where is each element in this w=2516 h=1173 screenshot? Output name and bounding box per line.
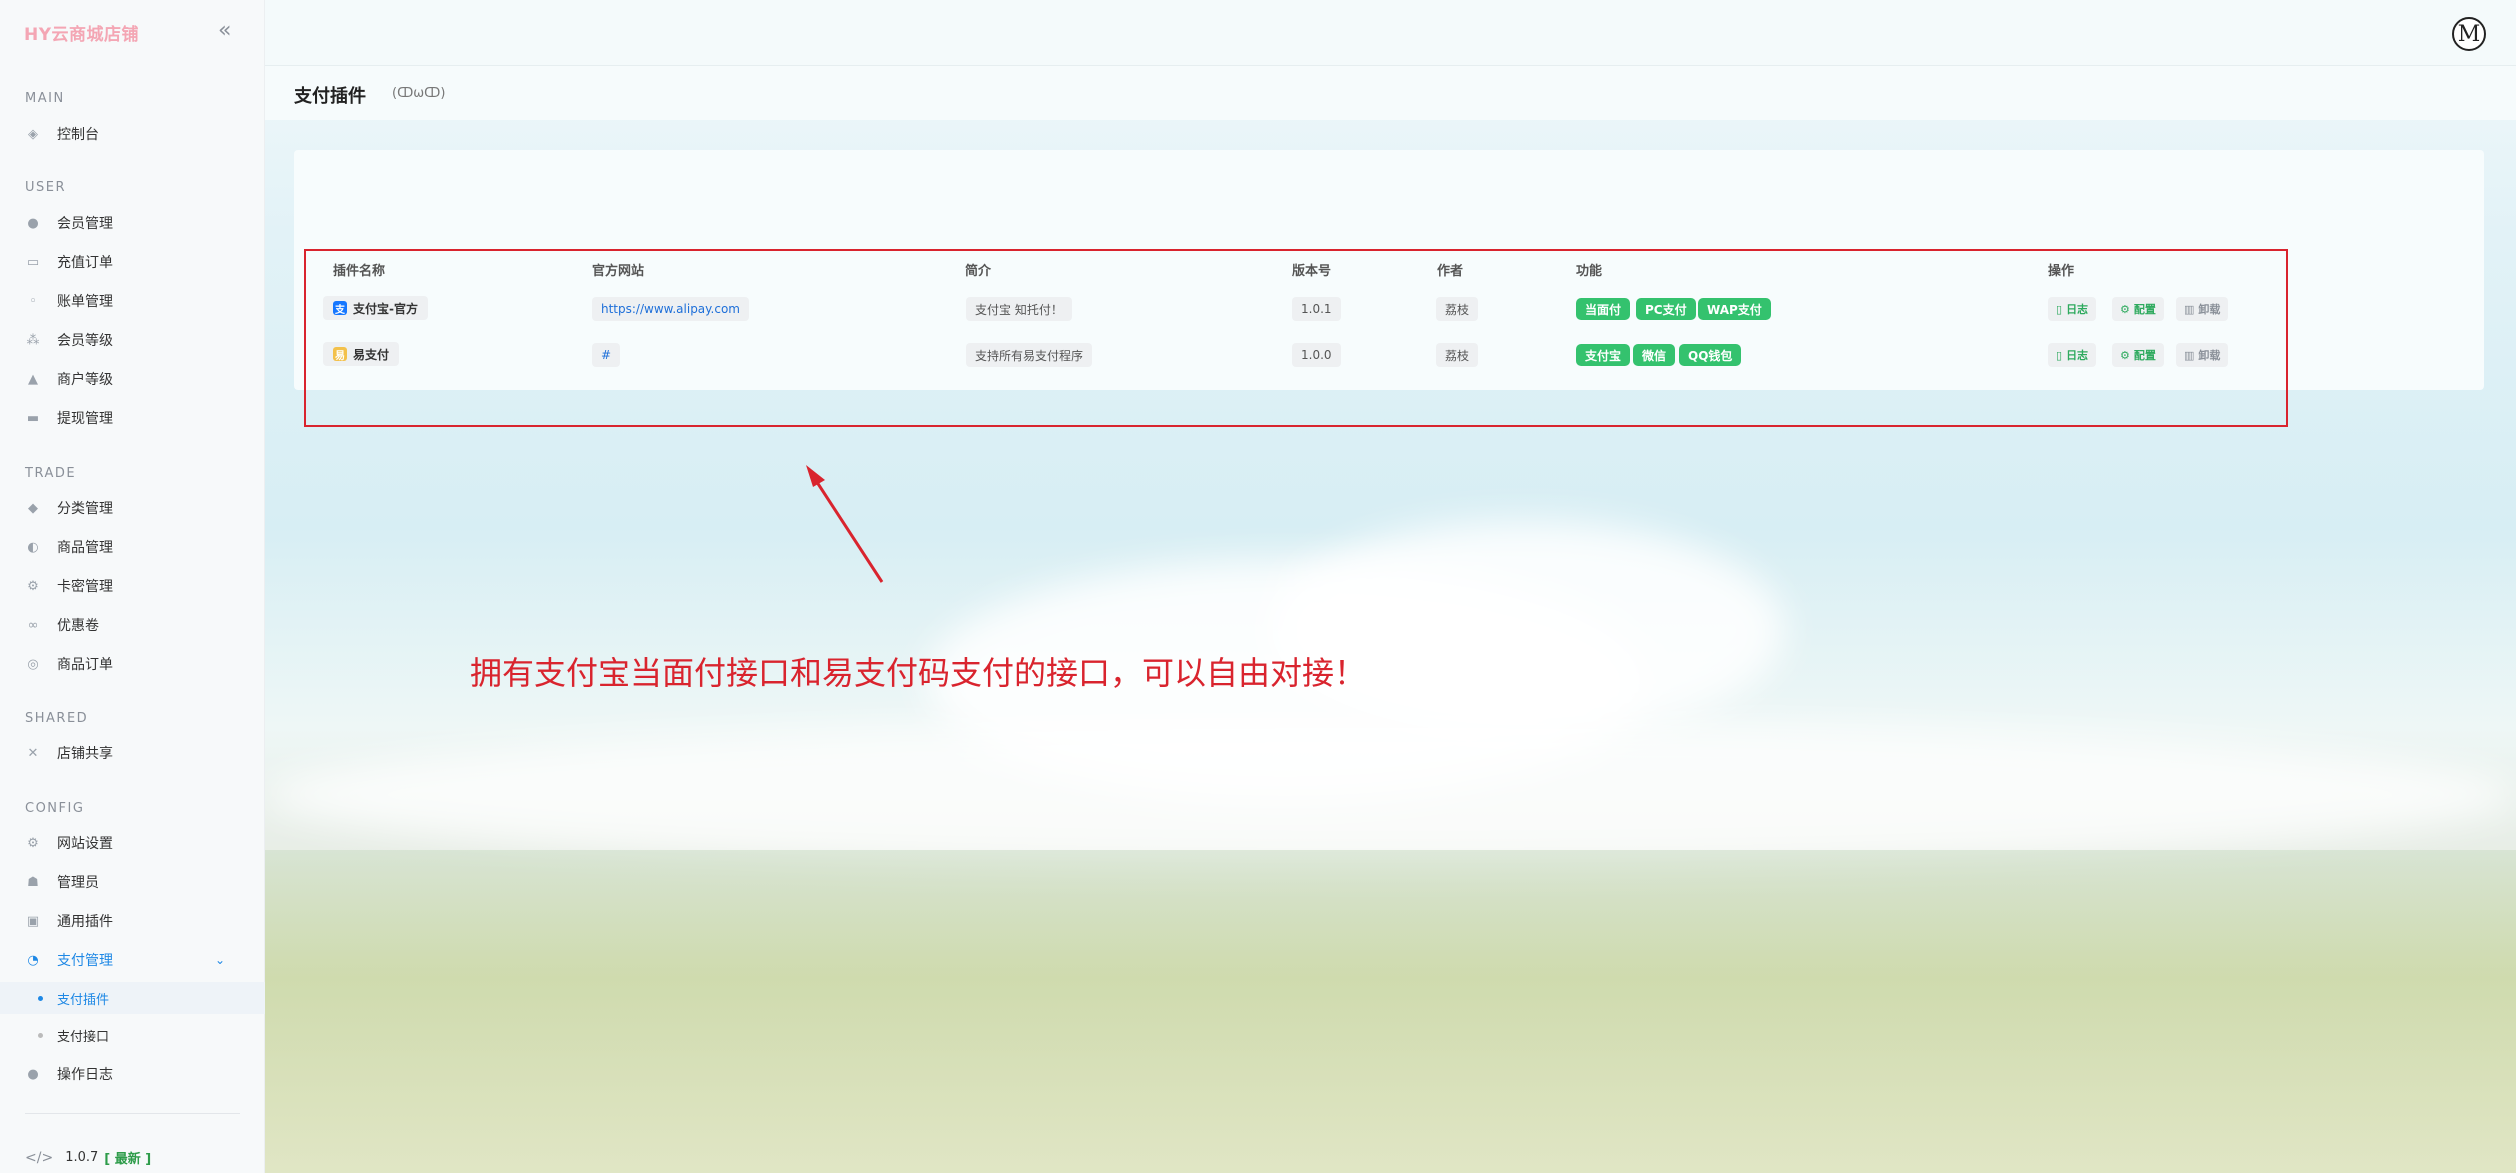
- sidebar-item-goods-order[interactable]: ◎ 商品订单: [25, 649, 245, 679]
- order-icon: ◎: [27, 656, 39, 672]
- sidebar: HY云商城店铺 « MAIN ◈ 控制台 USER ● 会员管理 ▭ 充值订单 …: [0, 0, 265, 1173]
- bullet-icon: [38, 1032, 43, 1038]
- sidebar-item-label: 通用插件: [57, 914, 113, 930]
- sidebar-item-op-log[interactable]: ● 操作日志: [25, 1059, 245, 1089]
- version-number: 1.0.7: [65, 1150, 99, 1165]
- sidebar-item-label: 操作日志: [57, 1067, 113, 1083]
- version-info: </> 1.0.7 [ 最新 ]: [25, 1148, 152, 1168]
- share-icon: ✕: [27, 745, 39, 761]
- sidebar-item-member-level[interactable]: ⁂ 会员等级: [25, 325, 245, 355]
- sidebar-item-merchant-level[interactable]: ▲ 商户等级: [25, 364, 245, 394]
- sidebar-item-label: 商户等级: [57, 372, 113, 388]
- sidebar-item-label: 商品订单: [57, 657, 113, 673]
- sidebar-item-label: 控制台: [57, 127, 99, 143]
- sidebar-item-label: 店铺共享: [57, 746, 113, 762]
- annotation-text: 拥有支付宝当面付接口和易支付码支付的接口，可以自由对接！: [470, 654, 1367, 692]
- sidebar-subitem-pay-plugins[interactable]: 支付插件: [38, 985, 109, 1011]
- sidebar-item-label: 会员管理: [57, 216, 113, 232]
- annotation-arrow: [806, 465, 884, 583]
- section-shared: SHARED: [25, 711, 89, 726]
- sidebar-item-coupon[interactable]: ∞ 优惠卷: [25, 610, 245, 640]
- sidebar-item-label: 支付插件: [57, 992, 110, 1008]
- user-icon: ●: [27, 215, 39, 231]
- sidebar-item-label: 优惠卷: [57, 618, 99, 634]
- section-main: MAIN: [25, 91, 65, 106]
- sidebar-item-site-settings[interactable]: ⚙ 网站设置: [25, 828, 245, 858]
- withdraw-icon: ▬: [26, 410, 40, 426]
- sidebar-item-label: 管理员: [57, 875, 99, 891]
- arrow-shaft: [811, 475, 884, 583]
- section-config: CONFIG: [25, 801, 85, 816]
- sidebar-item-label: 账单管理: [57, 294, 113, 310]
- sidebar-item-goods[interactable]: ◐ 商品管理: [25, 532, 245, 562]
- sidebar-item-recharge[interactable]: ▭ 充值订单: [25, 247, 245, 277]
- main-content: M 支付插件 (ↀωↀ) 插件名称 官方网站 简介 版本号 作者 功能 操作 支…: [265, 0, 2516, 1173]
- section-trade: TRADE: [25, 466, 77, 481]
- sidebar-item-payment[interactable]: ◔ 支付管理 ⌄: [25, 945, 245, 975]
- chevron-down-icon: ⌄: [214, 953, 225, 967]
- gear-icon: ⚙: [27, 578, 39, 594]
- sidebar-item-label: 商品管理: [57, 540, 113, 556]
- sidebar-item-label: 网站设置: [57, 836, 113, 852]
- section-user: USER: [25, 180, 67, 195]
- settings-icon: ⚙: [27, 835, 39, 851]
- level-icon: ⁂: [26, 332, 40, 348]
- sidebar-item-bills[interactable]: ◦ 账单管理: [25, 286, 245, 316]
- sidebar-item-label: 会员等级: [57, 333, 113, 349]
- version-tag: [ 最新 ]: [104, 1152, 152, 1167]
- brand-logo: HY云商城店铺: [24, 25, 140, 45]
- sidebar-item-admins[interactable]: ☗ 管理员: [25, 867, 245, 897]
- sidebar-subitem-pay-api[interactable]: 支付接口: [38, 1022, 109, 1048]
- rocket-icon: ▲: [28, 371, 38, 387]
- arrow-head: [806, 465, 825, 487]
- dashboard-icon: ◈: [28, 126, 38, 142]
- sidebar-divider: [25, 1113, 240, 1114]
- admin-icon: ☗: [27, 874, 39, 890]
- sidebar-item-label: 提现管理: [57, 411, 113, 427]
- code-icon: </>: [25, 1149, 54, 1166]
- sidebar-item-dashboard[interactable]: ◈ 控制台: [25, 119, 245, 149]
- link-icon: ∞: [27, 617, 39, 633]
- recharge-icon: ▭: [26, 254, 40, 270]
- sidebar-item-label: 支付接口: [57, 1029, 110, 1045]
- sidebar-item-label: 充值订单: [57, 255, 113, 271]
- goods-icon: ◐: [27, 539, 39, 555]
- sidebar-item-category[interactable]: ◆ 分类管理: [25, 493, 245, 523]
- sidebar-item-withdraw[interactable]: ▬ 提现管理: [25, 403, 245, 433]
- log-icon: ●: [27, 1066, 39, 1082]
- collapse-sidebar-icon[interactable]: «: [218, 18, 231, 43]
- sidebar-item-label: 卡密管理: [57, 579, 113, 595]
- sidebar-item-cardkey[interactable]: ⚙ 卡密管理: [25, 571, 245, 601]
- bullet-icon: [38, 995, 43, 1001]
- plugin-icon: ▣: [26, 913, 40, 929]
- sidebar-item-shop-share[interactable]: ✕ 店铺共享: [25, 738, 245, 768]
- bill-icon: ◦: [29, 293, 37, 309]
- payment-icon: ◔: [27, 952, 39, 968]
- sidebar-item-plugins[interactable]: ▣ 通用插件: [25, 906, 245, 936]
- sidebar-item-members[interactable]: ● 会员管理: [25, 208, 245, 238]
- category-icon: ◆: [28, 500, 38, 516]
- sidebar-item-label: 分类管理: [57, 501, 113, 517]
- sidebar-item-label: 支付管理: [57, 953, 113, 969]
